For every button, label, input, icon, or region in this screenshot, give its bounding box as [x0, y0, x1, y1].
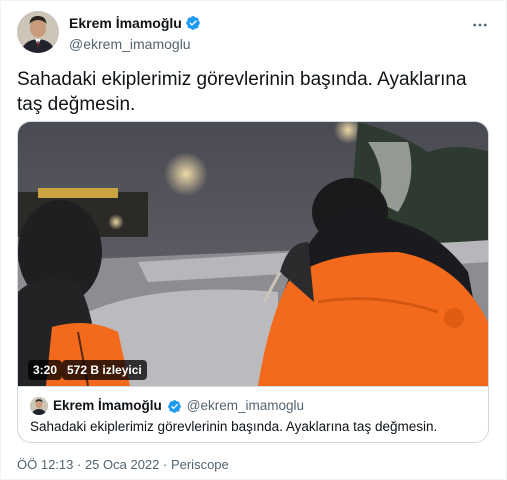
- more-dots-icon: [473, 23, 487, 27]
- tweet-text: Sahadaki ekiplerimiz görevlerinin başınd…: [17, 69, 467, 115]
- tweet-time[interactable]: ÖÖ 12:13: [17, 457, 73, 472]
- meta-separator: ·: [73, 457, 85, 472]
- quoted-author-display-name: Ekrem İmamoğlu: [53, 398, 162, 413]
- video-views-badge: 572 B izleyici: [62, 360, 147, 380]
- verified-badge-icon: [167, 399, 181, 413]
- tweet-date[interactable]: 25 Oca 2022: [85, 457, 159, 472]
- profile-photo-icon: [30, 397, 48, 415]
- quoted-tweet[interactable]: Ekrem İmamoğlu @ekrem_imamoglu Sahadaki …: [18, 386, 488, 442]
- quoted-tweet-header: Ekrem İmamoğlu @ekrem_imamoglu: [30, 397, 478, 415]
- tweet-header: Ekrem İmamoğlu @ekrem_imamoglu: [17, 11, 492, 55]
- more-options-button[interactable]: [468, 13, 492, 37]
- author-display-name[interactable]: Ekrem İmamoğlu: [69, 14, 182, 32]
- video-player[interactable]: 3:20 572 B izleyici: [18, 122, 488, 386]
- tweet-card: Ekrem İmamoğlu @ekrem_imamoglu Sahadaki …: [0, 0, 507, 480]
- quoted-tweet-text: Sahadaki ekiplerimiz görevlerinin başınd…: [30, 419, 438, 434]
- author-handle[interactable]: @ekrem_imamoglu: [69, 35, 201, 53]
- video-frame-icon: [18, 122, 488, 386]
- tweet-meta: ÖÖ 12:13 · 25 Oca 2022 · Periscope: [17, 457, 229, 473]
- tweet-source[interactable]: Periscope: [171, 457, 229, 472]
- quoted-author-handle: @ekrem_imamoglu: [186, 398, 305, 413]
- media-card[interactable]: 3:20 572 B izleyici Ekrem İmamoğlu @ekre…: [17, 121, 489, 443]
- verified-badge-icon: [185, 16, 200, 30]
- profile-photo-icon: [17, 11, 59, 53]
- meta-separator: ·: [159, 457, 171, 472]
- author-display-name-row[interactable]: Ekrem İmamoğlu: [69, 14, 201, 32]
- quoted-author-avatar: [30, 397, 48, 415]
- author-names: Ekrem İmamoğlu @ekrem_imamoglu: [69, 14, 201, 53]
- author-avatar[interactable]: [17, 11, 59, 53]
- video-duration-badge: 3:20: [28, 360, 63, 380]
